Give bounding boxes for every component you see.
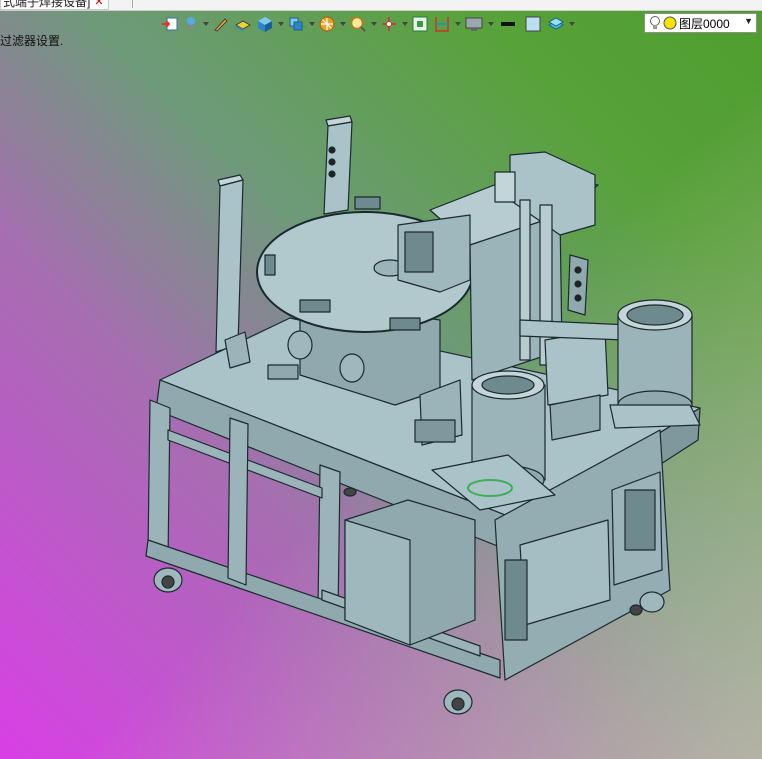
dropdown-arrow-icon[interactable] [370, 13, 377, 35]
line-style-icon[interactable] [496, 13, 520, 35]
axis-icon[interactable] [379, 13, 399, 35]
dropdown-arrow-icon[interactable] [277, 13, 284, 35]
layer-icon[interactable] [546, 13, 566, 35]
layer-select[interactable]: 图层0000 ▼ [644, 13, 757, 33]
view-toolbar [160, 12, 575, 36]
move-icon[interactable] [160, 13, 180, 35]
cube-icon[interactable] [255, 13, 275, 35]
dropdown-arrow-icon[interactable] [568, 13, 575, 35]
dropdown-arrow-icon[interactable] [202, 13, 209, 35]
zoom-icon[interactable] [348, 13, 368, 35]
dropdown-arrow-icon[interactable] [339, 13, 346, 35]
section-icon[interactable] [432, 13, 452, 35]
dropdown-arrow-icon[interactable] [308, 13, 315, 35]
bulb-icon[interactable] [649, 15, 661, 31]
dropdown-arrow-icon[interactable]: ▼ [744, 16, 753, 26]
dropdown-arrow-icon[interactable] [487, 13, 494, 35]
dropdown-arrow-icon[interactable] [401, 13, 408, 35]
dropdown-arrow-icon[interactable] [454, 13, 461, 35]
pencil-icon[interactable] [211, 13, 231, 35]
light-icon[interactable] [182, 13, 200, 35]
render-icon[interactable] [317, 13, 337, 35]
views-icon[interactable] [286, 13, 306, 35]
machine-model[interactable] [0, 0, 762, 759]
layer-color-icon [663, 16, 677, 30]
face-icon[interactable] [233, 13, 253, 35]
display-icon[interactable] [463, 13, 485, 35]
cad-viewport[interactable]: 式端子焊接设备] ✕ 过滤器设置. 图层0000 ▼ [0, 0, 762, 759]
fit-icon[interactable] [410, 13, 430, 35]
layer-name: 图层0000 [679, 16, 730, 31]
fill-color-icon[interactable] [522, 13, 544, 35]
